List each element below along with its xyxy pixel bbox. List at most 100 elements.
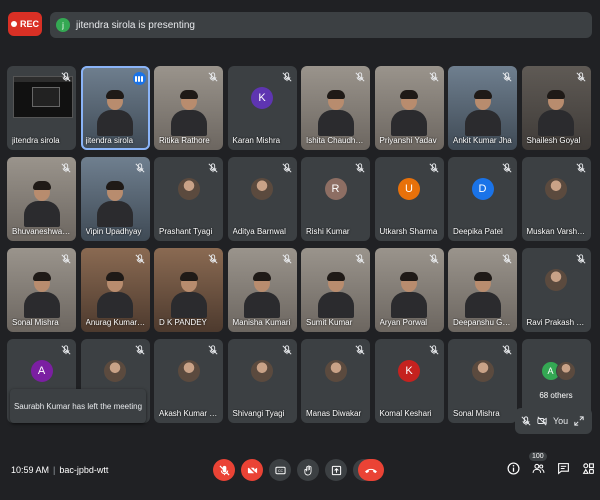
participant-tile[interactable]: Ritika Rathore	[154, 66, 223, 150]
participant-tile[interactable]: Manisha Kumari	[227, 248, 297, 332]
participant-name: Manisha Kumari	[232, 318, 291, 327]
participant-initial-avatar: K	[398, 359, 420, 382]
muted-mic-icon	[61, 163, 71, 173]
camera-off-icon	[246, 464, 258, 476]
participant-photo-avatar	[324, 359, 347, 382]
participant-grid: jitendra sirola jitendra sirola Ritika Rat…	[7, 66, 597, 423]
participant-tile[interactable]: Sumit Kumar	[301, 248, 370, 332]
participant-tile[interactable]: Bhuvaneshwar ...	[7, 157, 76, 241]
meeting-details-button[interactable]	[507, 462, 520, 475]
participant-initial-avatar: U	[398, 177, 420, 200]
raise-hand-button[interactable]	[297, 459, 319, 481]
participant-tile[interactable]: U Utkarsh Sharma	[374, 157, 444, 241]
participant-photo-avatar	[251, 359, 273, 382]
muted-mic-icon	[281, 163, 292, 173]
participant-tile[interactable]: Sonal Mishra	[7, 248, 76, 332]
muted-mic-icon	[61, 254, 71, 264]
muted-mic-icon	[281, 345, 292, 355]
participant-name: Shivangi Tyagi	[232, 409, 285, 418]
participant-tile[interactable]: Akash Kumar Sin...	[154, 339, 223, 423]
recording-indicator-button[interactable]: REC	[8, 12, 42, 36]
participant-name: Sonal Mishra	[12, 318, 59, 327]
people-button[interactable]	[532, 462, 545, 475]
participant-photo-avatar	[177, 177, 200, 200]
captions-button[interactable]: CC	[269, 459, 291, 481]
participant-name: Manas Diwakar	[306, 409, 362, 418]
muted-mic-icon	[281, 254, 292, 264]
participant-tile[interactable]: Manas Diwakar	[301, 339, 370, 423]
participant-photo-avatar	[104, 359, 126, 382]
participant-name: Akash Kumar Sin...	[159, 409, 219, 418]
muted-mic-icon	[355, 345, 365, 355]
participant-video	[389, 272, 429, 318]
muted-mic-icon	[61, 72, 71, 82]
info-icon	[507, 462, 520, 475]
participant-tile[interactable]: K Karan Mishra	[227, 66, 297, 150]
others-count-label: 68 others	[539, 391, 573, 400]
participant-tile[interactable]: Shailesh Goyal	[521, 66, 591, 150]
participant-name: Ritika Rathore	[159, 136, 210, 145]
participant-name: Ishita Chaudhary	[306, 136, 366, 145]
participant-tile[interactable]: Shivangi Tyagi	[227, 339, 297, 423]
expand-icon[interactable]	[574, 416, 584, 426]
present-screen-icon	[331, 465, 341, 475]
muted-mic-icon	[208, 163, 218, 173]
participant-photo-avatar	[251, 177, 273, 200]
svg-text:CC: CC	[277, 469, 283, 473]
present-screen-button[interactable]	[325, 459, 347, 481]
left-meeting-toast: Saurabh Kumar has left the meeting	[10, 389, 146, 423]
muted-mic-icon	[281, 72, 292, 82]
chat-button[interactable]	[557, 462, 570, 475]
muted-mic-icon	[502, 254, 512, 264]
participant-tile[interactable]: Aditya Barnwal	[227, 157, 297, 241]
camera-toggle-button[interactable]	[241, 459, 263, 481]
presenting-banner[interactable]: j jitendra sirola is presenting	[50, 12, 592, 38]
leave-call-button[interactable]	[358, 459, 384, 481]
participant-name: Muskan Varshney	[526, 227, 587, 236]
participant-tile[interactable]: Ishita Chaudhary	[301, 66, 370, 150]
participant-name: Sonal Mishra	[453, 409, 500, 418]
muted-mic-icon	[355, 163, 365, 173]
microphone-toggle-button[interactable]	[213, 459, 235, 481]
participant-video	[242, 272, 282, 318]
toast-text: Saurabh Kumar has left the meeting	[13, 401, 143, 411]
muted-mic-icon	[575, 254, 586, 264]
muted-mic-icon	[428, 163, 439, 173]
participant-initial-avatar: R	[324, 177, 347, 200]
participant-tile[interactable]: Deepanshu Gu...	[448, 248, 517, 332]
mic-off-icon	[218, 464, 230, 476]
side-panel-buttons	[507, 462, 595, 475]
participant-tile[interactable]: R Rishi Kumar	[301, 157, 370, 241]
participant-tile[interactable]: Prashant Tyagi	[154, 157, 223, 241]
chat-icon	[558, 463, 569, 475]
participant-tile[interactable]: K Komal Keshari	[374, 339, 444, 423]
participant-tile[interactable]: Aryan Porwal	[374, 248, 444, 332]
participant-tile[interactable]: Ravi Prakash Sin...	[521, 248, 591, 332]
participant-video	[316, 90, 356, 136]
others-photo-avatar	[555, 361, 576, 381]
participant-tile[interactable]: Vipin Upadhyay	[80, 157, 150, 241]
closed-captions-icon: CC	[274, 466, 286, 474]
participant-name: Ravi Prakash Sin...	[526, 318, 587, 327]
muted-mic-icon	[208, 345, 218, 355]
self-view-tile[interactable]: You	[515, 408, 592, 434]
muted-mic-icon	[134, 345, 145, 355]
activities-button[interactable]	[582, 462, 595, 475]
self-label: You	[553, 416, 569, 426]
hang-up-icon	[365, 468, 377, 474]
participant-tile[interactable]: D Deepika Patel	[448, 157, 517, 241]
participant-tile[interactable]: jitendra sirola	[80, 66, 150, 150]
participant-tile[interactable]: Anurag Kumar ...	[80, 248, 150, 332]
participant-tile[interactable]: D K PANDEY	[154, 248, 223, 332]
participant-tile[interactable]: Ankit Kumar Jha	[448, 66, 517, 150]
participant-tile[interactable]: Priyanshi Yadav	[374, 66, 444, 150]
participant-tile[interactable]: jitendra sirola	[7, 66, 76, 150]
participant-name: Deepika Patel	[453, 227, 503, 236]
participant-tile[interactable]: Sonal Mishra	[448, 339, 517, 423]
participant-tile[interactable]: Muskan Varshney	[521, 157, 591, 241]
participant-video	[95, 272, 135, 318]
rec-label: REC	[19, 19, 39, 29]
participant-name: Priyanshi Yadav	[379, 136, 437, 145]
activities-icon	[582, 463, 594, 474]
participant-video	[463, 272, 503, 318]
